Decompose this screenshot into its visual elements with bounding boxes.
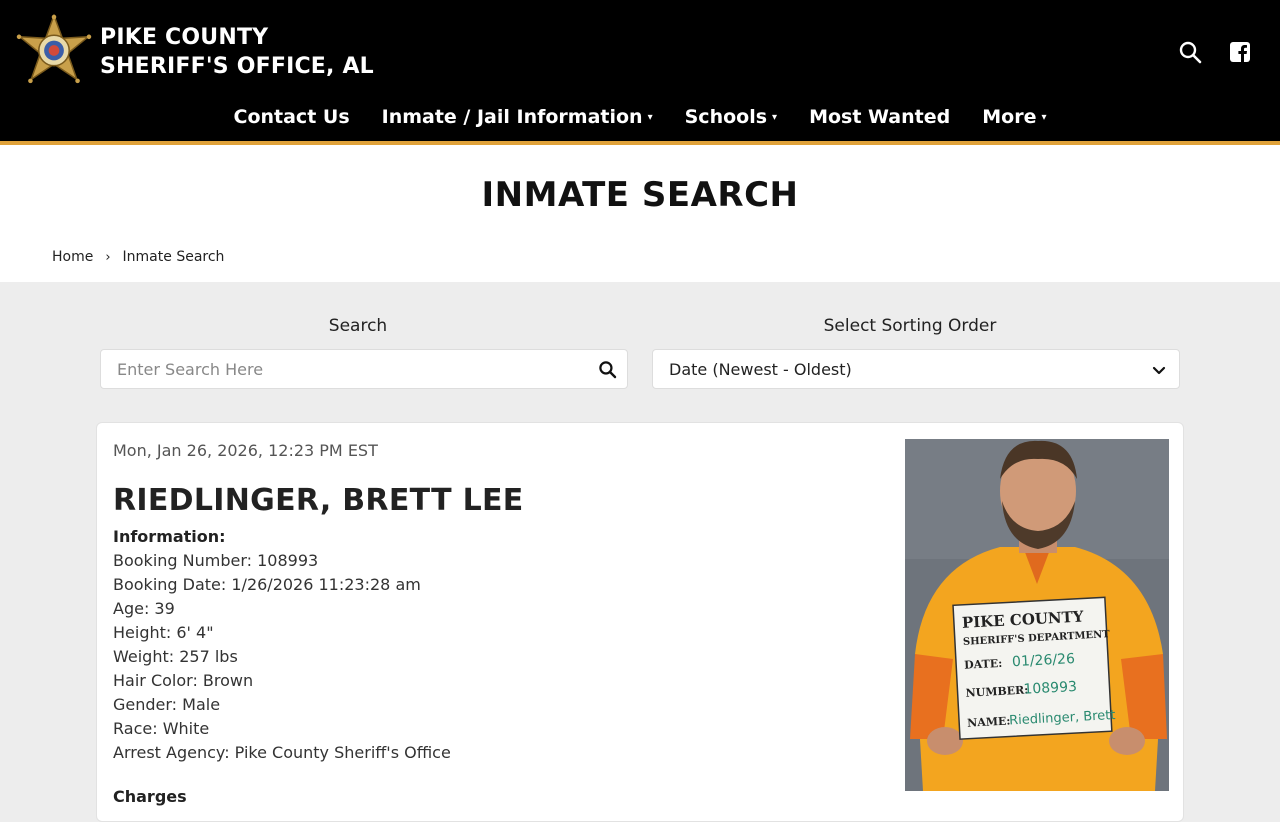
sort-order-select[interactable]: Date (Newest - Oldest) [652,349,1180,389]
sheriff-star-icon [16,14,92,84]
sort-selected-value: Date (Newest - Oldest) [669,359,852,379]
brand-line-2: SHERIFF'S OFFICE, AL [100,54,374,79]
caret-down-icon: ▾ [1041,111,1047,123]
main-nav: Contact Us Inmate / Jail Information ▾ S… [0,106,1280,128]
nav-item-label: Most Wanted [809,106,951,128]
height: Height: 6' 4" [113,623,214,642]
weight: Weight: 257 lbs [113,647,238,666]
nav-item-schools[interactable]: Schools ▾ [685,106,777,128]
charges-heading: Charges [113,787,187,806]
nav-item-more[interactable]: More ▾ [982,106,1046,128]
site-header: PIKE COUNTY SHERIFF'S OFFICE, AL Contact… [0,0,1280,145]
inmate-card[interactable]: Mon, Jan 26, 2026, 12:23 PM EST RIEDLING… [96,422,1184,822]
age: Age: 39 [113,599,175,618]
breadcrumb-home-link[interactable]: Home [52,249,93,265]
hair-color: Hair Color: Brown [113,671,254,690]
nav-item-contact-us[interactable]: Contact Us [234,106,350,128]
search-input[interactable] [101,350,571,388]
header-actions [1178,40,1252,64]
page-title: INMATE SEARCH [481,175,799,215]
inmate-info: Information: Booking Number: 108993 Book… [113,525,451,765]
mugshot-photo[interactable]: PIKE COUNTY SHERIFF'S DEPARTMENT DATE: 0… [905,439,1169,791]
info-heading: Information: [113,527,226,546]
board-number-value: 108993 [1023,679,1077,698]
caret-down-icon: ▾ [647,111,653,123]
nav-item-label: Schools [684,106,768,128]
breadcrumb-separator-icon: › [105,249,111,265]
nav-item-label: Contact Us [233,106,350,128]
arrest-agency: Arrest Agency: Pike County Sheriff's Off… [113,743,451,762]
breadcrumb: Home › Inmate Search [52,249,224,265]
nav-item-inmate-jail-information[interactable]: Inmate / Jail Information ▾ [382,106,653,128]
booking-timestamp: Mon, Jan 26, 2026, 12:23 PM EST [113,441,378,460]
facebook-icon[interactable] [1228,40,1252,64]
breadcrumb-current: Inmate Search [122,249,225,265]
gender: Gender: Male [113,695,221,714]
brand-line-1: PIKE COUNTY [100,25,269,50]
search-label: Search [328,316,388,336]
nav-item-label: More [982,106,1037,128]
caret-down-icon: ▾ [772,111,778,123]
mugshot-illustration: PIKE COUNTY SHERIFF'S DEPARTMENT DATE: 0… [905,439,1169,791]
board-name-label: NAME: [967,714,1011,729]
nav-item-most-wanted[interactable]: Most Wanted [809,106,950,128]
brand-name: PIKE COUNTY SHERIFF'S OFFICE, AL [100,23,374,81]
chevron-down-icon [1152,366,1166,375]
search-icon[interactable] [1178,40,1202,64]
booking-number: Booking Number: 108993 [113,551,319,570]
booking-date: Booking Date: 1/26/2026 11:23:28 am [113,575,421,594]
sort-label: Select Sorting Order [823,316,997,336]
brand-logo-link[interactable]: PIKE COUNTY SHERIFF'S OFFICE, AL [16,14,374,90]
nav-item-label: Inmate / Jail Information [381,106,643,128]
search-submit-icon[interactable] [598,360,617,379]
title-band: INMATE SEARCH Home › Inmate Search [0,145,1280,282]
race: Race: White [113,719,210,738]
inmate-name[interactable]: RIEDLINGER, BRETT LEE [113,483,524,518]
board-date-label: DATE: [964,657,1003,672]
board-date-value: 01/26/26 [1012,651,1076,670]
search-field [100,349,628,389]
